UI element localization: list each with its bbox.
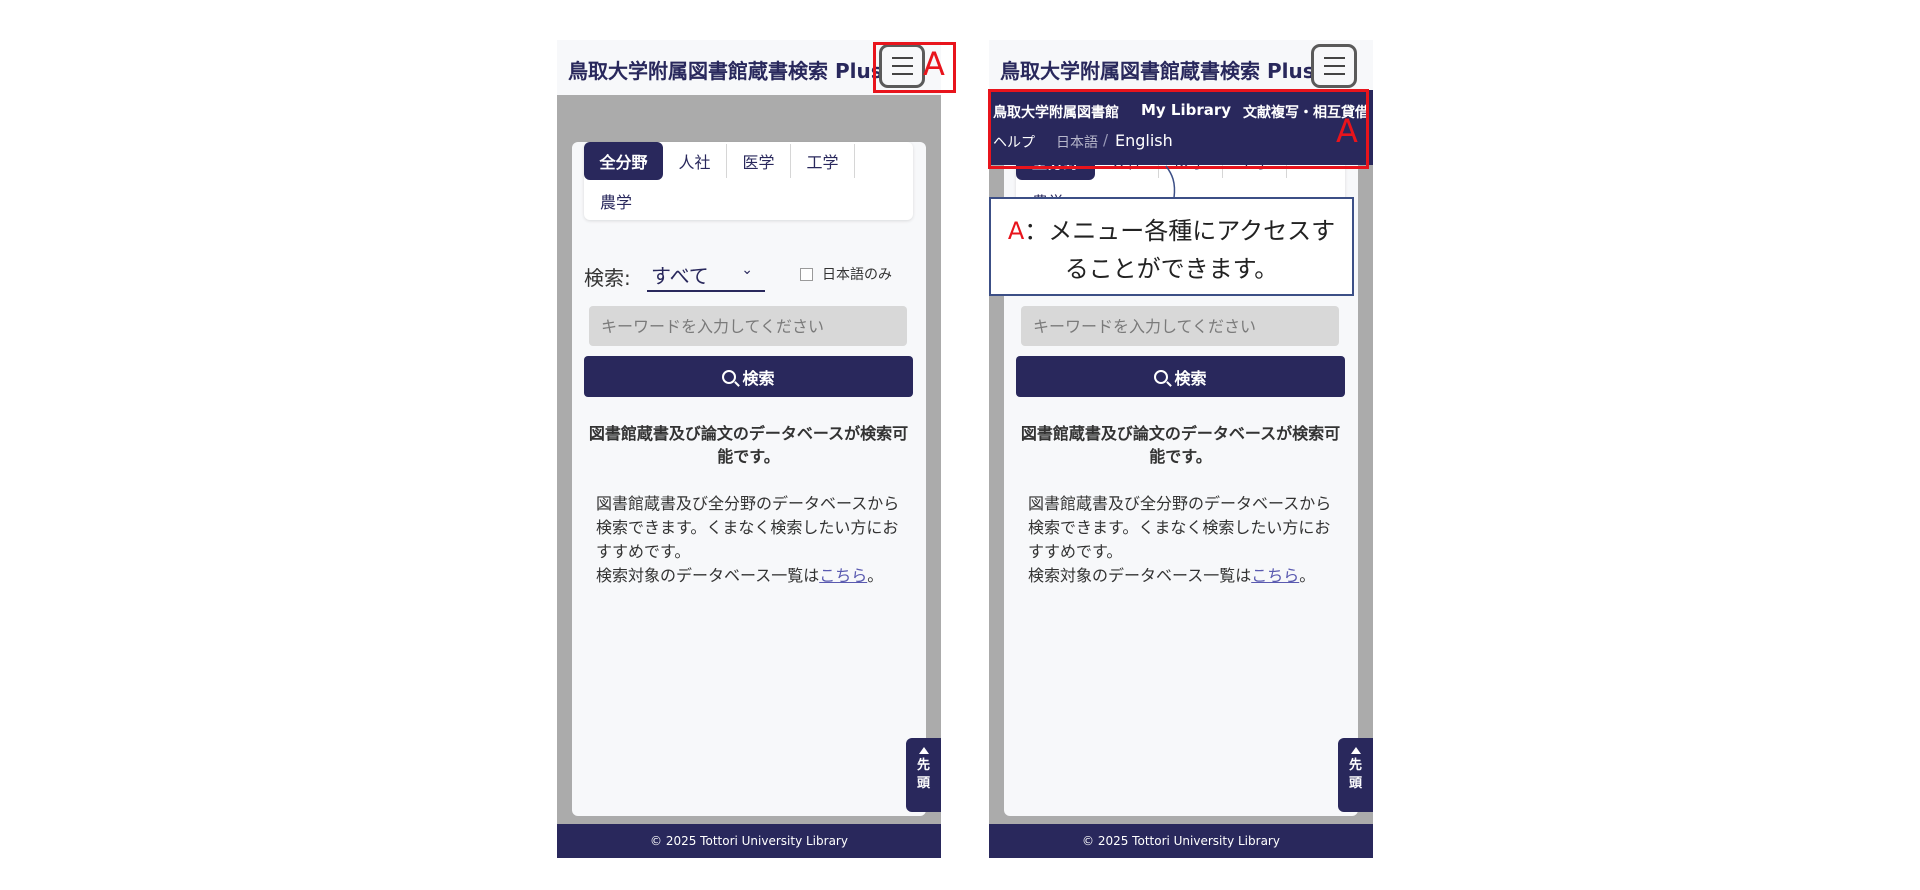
tab-humanities[interactable]: 人社 xyxy=(663,144,727,178)
search-scope-select[interactable]: すべて ⌄ xyxy=(647,256,765,292)
back-to-top-button[interactable]: 先 頭 xyxy=(1338,738,1373,812)
japanese-only-label: 日本語のみ xyxy=(822,267,892,283)
tab-medicine[interactable]: 医学 xyxy=(727,144,791,178)
checkbox-box[interactable] xyxy=(800,267,813,281)
search-label: 検索: xyxy=(584,266,631,290)
app-header: 鳥取大学附属図書館蔵書検索 Plus xyxy=(989,40,1373,95)
japanese-only-checkbox[interactable]: 日本語のみ xyxy=(800,264,892,284)
callout-letter: A xyxy=(1007,217,1025,245)
search-button[interactable]: 検索 xyxy=(584,356,913,397)
search-button[interactable]: 検索 xyxy=(1016,356,1345,397)
search-button-label: 検索 xyxy=(742,368,775,388)
callout-connector-line xyxy=(1165,165,1176,199)
main-panel: 全分野 人社 医学 工学 農学 検索: すべて ⌄ 日本語のみ 検索 図書館蔵書… xyxy=(572,142,926,816)
database-list-link[interactable]: こちら xyxy=(819,566,867,585)
menu-icon-bar xyxy=(1324,57,1345,59)
search-button-label: 検索 xyxy=(1174,368,1207,388)
annotation-callout: A：メニュー各種にアクセスす ることができます。 xyxy=(989,197,1354,296)
menu-icon-bar xyxy=(1324,73,1345,75)
database-list-line: 検索対象のデータベース一覧はこちら。 xyxy=(596,564,908,588)
period: 。 xyxy=(1299,566,1316,585)
back-to-top-button[interactable]: 先 頭 xyxy=(906,738,941,812)
annotation-marker: A xyxy=(1336,112,1358,150)
search-icon xyxy=(1154,369,1169,384)
field-tabs: 全分野 人社 医学 工学 農学 xyxy=(584,142,913,220)
description-text: 図書館蔵書及び全分野のデータベースから検索できます。くまなく検索したい方におすす… xyxy=(596,494,900,561)
footer: © 2025 Tottori University Library xyxy=(989,824,1373,858)
footer: © 2025 Tottori University Library xyxy=(557,824,941,858)
back-to-top-label-2: 頭 xyxy=(1348,776,1362,791)
menu-icon-bar xyxy=(1324,65,1345,67)
back-to-top-label-2: 頭 xyxy=(916,776,930,791)
phone-screen-before: 鳥取大学附属図書館蔵書検索 Plus 全分野 人社 医学 工学 農学 検索: す… xyxy=(557,40,941,858)
app-title: 鳥取大学附属図書館蔵書検索 Plus xyxy=(568,59,883,83)
tab-engineering[interactable]: 工学 xyxy=(791,144,855,178)
annotation-highlight-box xyxy=(988,89,1369,169)
hamburger-menu-button[interactable] xyxy=(1311,44,1357,88)
copyright-text: © 2025 Tottori University Library xyxy=(1082,834,1280,848)
database-list-link[interactable]: こちら xyxy=(1251,566,1299,585)
search-scope-value: すべて xyxy=(651,264,709,288)
description-body: 図書館蔵書及び全分野のデータベースから検索できます。くまなく検索したい方におすす… xyxy=(1028,492,1340,588)
connector-path xyxy=(1165,165,1176,199)
back-to-top-label-1: 先 xyxy=(916,758,930,773)
database-list-line: 検索対象のデータベース一覧はこちら。 xyxy=(1028,564,1340,588)
tab-all-fields[interactable]: 全分野 xyxy=(584,142,663,180)
description-title: 図書館蔵書及び論文のデータベースが検索可能です。 xyxy=(588,424,909,466)
period: 。 xyxy=(867,566,884,585)
callout-line-2: ることができます。 xyxy=(1064,255,1279,283)
arrow-up-icon xyxy=(1350,747,1361,754)
search-icon xyxy=(722,369,737,384)
description-title: 図書館蔵書及び論文のデータベースが検索可能です。 xyxy=(1020,424,1341,466)
database-list-text: 検索対象のデータベース一覧は xyxy=(1028,566,1252,585)
keyword-input[interactable] xyxy=(1021,306,1339,346)
annotation-marker: A xyxy=(923,45,945,83)
app-title: 鳥取大学附属図書館蔵書検索 Plus xyxy=(1000,59,1315,83)
tab-agriculture[interactable]: 農学 xyxy=(584,182,648,220)
description-body: 図書館蔵書及び全分野のデータベースから検索できます。くまなく検索したい方におすす… xyxy=(596,492,908,588)
keyword-input[interactable] xyxy=(589,306,907,346)
description-text: 図書館蔵書及び全分野のデータベースから検索できます。くまなく検索したい方におすす… xyxy=(1028,494,1332,561)
chevron-down-icon: ⌄ xyxy=(741,262,753,278)
copyright-text: © 2025 Tottori University Library xyxy=(650,834,848,848)
callout-text-1: ：メニュー各種にアクセスす xyxy=(1024,217,1336,245)
arrow-up-icon xyxy=(918,747,929,754)
database-list-text: 検索対象のデータベース一覧は xyxy=(596,566,820,585)
callout-line-1: A：メニュー各種にアクセスす xyxy=(991,212,1352,250)
back-to-top-label-1: 先 xyxy=(1348,758,1362,773)
